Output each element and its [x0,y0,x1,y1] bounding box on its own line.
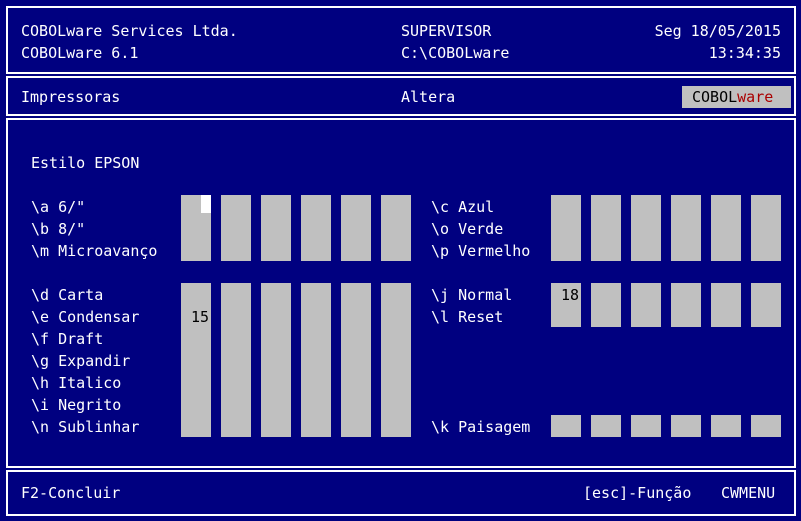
header-panel [6,6,796,74]
cobolware-logo: COBOLware [682,86,791,108]
option-label: \d Carta [31,286,104,304]
option-label: \h Italico [31,374,122,392]
escape-code-field[interactable] [261,195,291,261]
install-path: C:\COBOLware [401,44,510,62]
escape-code-field[interactable] [711,415,741,437]
company-name: COBOLware Services Ltda. [21,22,238,40]
escape-code-field[interactable] [631,283,661,327]
option-label: \g Expandir [31,352,131,370]
escape-code-field[interactable] [591,195,621,261]
escape-code-field[interactable] [181,283,211,437]
option-label: \o Verde [431,220,504,238]
escape-code-field[interactable] [711,283,741,327]
option-label: \f Draft [31,330,104,348]
option-label: \m Microavanço [31,242,158,260]
escape-code-field[interactable] [221,195,251,261]
escape-code-field[interactable] [671,283,701,327]
escape-code-field[interactable] [301,195,331,261]
text-cursor [201,195,211,213]
escape-code-field[interactable] [671,415,701,437]
cwmenu-hint[interactable]: CWMENU [721,484,775,502]
escape-code-field[interactable] [671,195,701,261]
option-label: \n Sublinhar [31,418,140,436]
normal-value: 18 [561,286,580,304]
escape-code-field[interactable] [591,283,621,327]
option-label: \p Vermelho [431,242,531,260]
option-label: \e Condensar [31,308,140,326]
option-label: \i Negrito [31,396,122,414]
current-time: 13:34:35 [708,44,781,62]
escape-code-field[interactable] [341,283,371,437]
escape-code-field[interactable] [341,195,371,261]
escape-code-field[interactable] [751,283,781,327]
escape-code-field[interactable] [381,195,411,261]
finish-key-hint[interactable]: F2-Concluir [21,484,120,502]
option-label: \c Azul [431,198,495,216]
escape-code-field[interactable] [711,195,741,261]
user-name: SUPERVISOR [401,22,492,40]
option-label: \k Paisagem [431,418,531,436]
product-version: COBOLware 6.1 [21,44,139,62]
escape-code-field[interactable] [381,283,411,437]
current-date: Seg 18/05/2015 [654,22,781,40]
escape-code-field[interactable] [591,415,621,437]
mode-label: Altera [401,88,456,106]
style-heading: Estilo EPSON [31,154,140,172]
option-label: \l Reset [431,308,504,326]
condensar-value: 15 [191,308,210,326]
escape-code-field[interactable] [751,195,781,261]
escape-code-field[interactable] [551,195,581,261]
esc-function-hint[interactable]: [esc]-Função [583,484,691,502]
escape-code-field[interactable] [301,283,331,437]
logo-text-cobol: COBOL [692,88,738,106]
option-label: \j Normal [431,286,513,304]
module-title: Impressoras [21,88,121,106]
escape-code-field[interactable] [631,195,661,261]
logo-text-ware: ware [737,88,774,106]
escape-code-field[interactable] [751,415,781,437]
option-label: \a 6/" [31,198,86,216]
escape-code-field[interactable] [631,415,661,437]
escape-code-field[interactable] [551,415,581,437]
escape-code-field[interactable] [261,283,291,437]
option-label: \b 8/" [31,220,86,238]
escape-code-field[interactable] [221,283,251,437]
